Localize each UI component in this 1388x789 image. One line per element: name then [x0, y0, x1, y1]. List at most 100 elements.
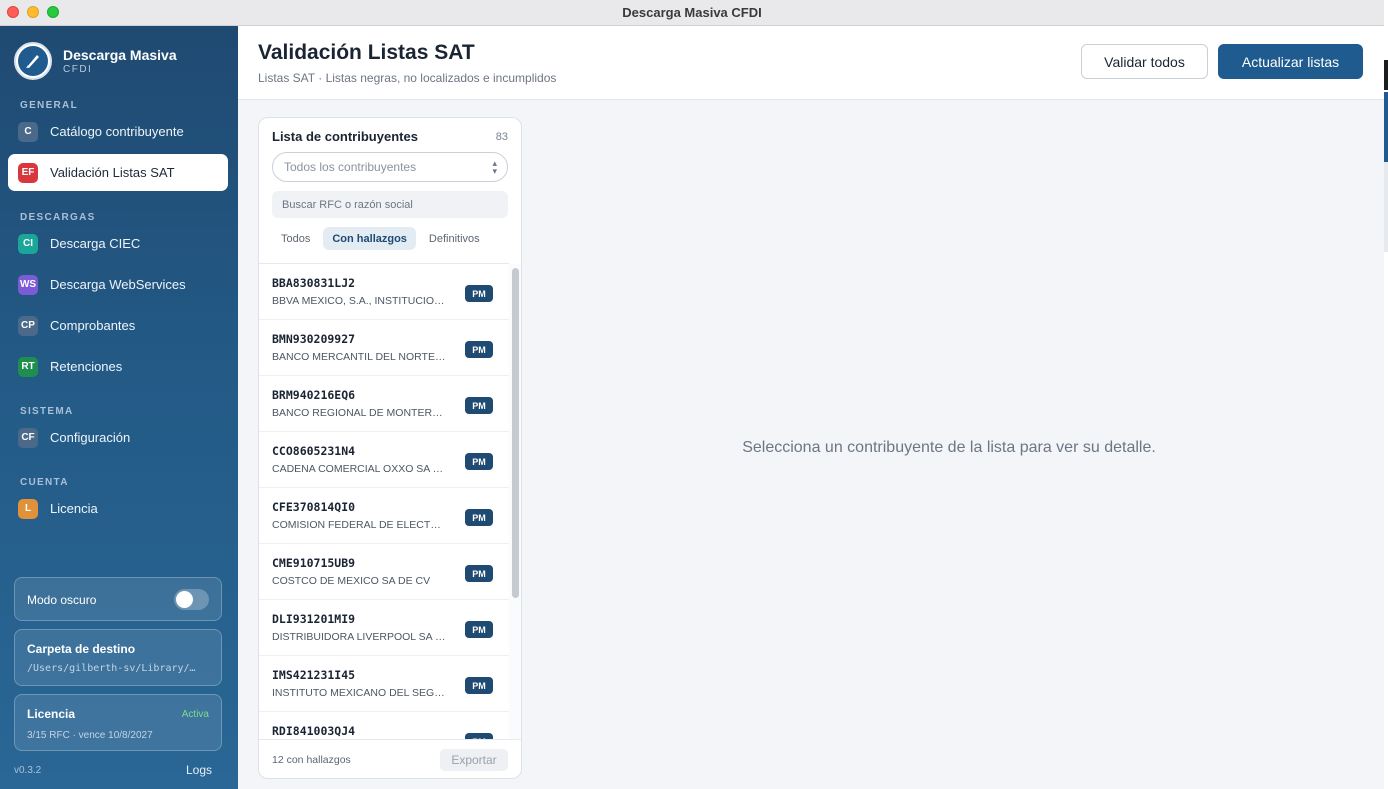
rfc-text: BRM940216EQ6 [272, 388, 356, 402]
rfc-text: BMN930209927 [272, 332, 356, 346]
panel-title: Lista de contribuyentes [272, 129, 418, 144]
empty-detail-message: Selecciona un contribuyente de la lista … [742, 439, 1156, 456]
company-name: BANCO REGIONAL DE MONTERREY S.A. [272, 407, 448, 419]
app-logo-icon [14, 42, 52, 80]
section-label-descargas: DESCARGAS [20, 212, 96, 223]
license-title: Licencia [27, 707, 76, 721]
sidebar-item-label: Retenciones [50, 359, 123, 374]
title-bar: Descarga Masiva CFDI [0, 0, 1384, 26]
section-label-cuenta: CUENTA [20, 477, 69, 488]
person-type-badge: PM [465, 677, 493, 694]
list-item[interactable]: BBA830831LJ2 BBVA MEXICO, S.A., INSTITUC… [259, 264, 509, 320]
destination-folder-card[interactable]: Carpeta de destino /Users/gilberth-sv/Li… [14, 629, 222, 686]
license-status-badge: Activa [181, 709, 209, 720]
update-lists-button[interactable]: Actualizar listas [1218, 44, 1363, 79]
panel-footer: 12 con hallazgos Exportar [259, 739, 521, 778]
taxpayer-list: BBA830831LJ2 BBVA MEXICO, S.A., INSTITUC… [259, 263, 509, 739]
person-type-badge: PM [465, 565, 493, 582]
dark-mode-label: Modo oscuro [27, 593, 97, 607]
company-name: COMISION FEDERAL DE ELECTRICIDAD [272, 519, 448, 531]
company-name: INSTITUTO MEXICANO DEL SEGURO SOCIAL [272, 687, 448, 699]
sidebar-item-catalogo[interactable]: C Catálogo contribuyente [8, 113, 228, 150]
configuracion-badge-icon: CF [18, 427, 38, 448]
taxpayer-list-panel: Lista de contribuyentes 83 Todos los con… [258, 117, 522, 779]
sidebar-item-label: Validación Listas SAT [50, 165, 175, 180]
page-header: Validación Listas SAT Listas SAT · Lista… [238, 26, 1384, 100]
list-item[interactable]: RDI841003QJ4 PM [259, 712, 509, 739]
licencia-badge-icon: L [18, 498, 38, 519]
window-title: Descarga Masiva CFDI [622, 5, 762, 20]
list-item[interactable]: BMN930209927 BANCO MERCANTIL DEL NORTE S… [259, 320, 509, 376]
retenciones-badge-icon: RT [18, 356, 38, 377]
sidebar-item-label: Descarga WebServices [50, 277, 186, 292]
rfc-text: IMS421231I45 [272, 668, 356, 682]
taxpayer-filter-select[interactable]: Todos los contribuyentes ▴ ▾ [272, 152, 508, 182]
sidebar-item-ciec[interactable]: CI Descarga CIEC [8, 225, 228, 262]
rfc-text: CCO8605231N4 [272, 444, 356, 458]
sidebar-item-configuracion[interactable]: CF Configuración [8, 419, 228, 456]
page-subtitle: Listas SAT · Listas negras, no localizad… [258, 71, 557, 85]
sidebar-item-label: Catálogo contribuyente [50, 124, 184, 139]
select-value: Todos los contribuyentes [284, 160, 417, 174]
list-item[interactable]: CME910715UB9 COSTCO DE MEXICO SA DE CV P… [259, 544, 509, 600]
tab-todos[interactable]: Todos [272, 227, 319, 250]
validacion-badge-icon: EF [18, 162, 38, 183]
sidebar-item-label: Comprobantes [50, 318, 136, 333]
sidebar-item-comprobantes[interactable]: CP Comprobantes [8, 307, 228, 344]
company-name: BBVA MEXICO, S.A., INSTITUCION DE BANCA … [272, 295, 448, 307]
findings-count: 12 con hallazgos [272, 754, 351, 766]
section-label-sistema: SISTEMA [20, 406, 74, 417]
rfc-text: CME910715UB9 [272, 556, 356, 570]
list-item[interactable]: BRM940216EQ6 BANCO REGIONAL DE MONTERREY… [259, 376, 509, 432]
comprobantes-badge-icon: CP [18, 315, 38, 336]
page-title: Validación Listas SAT [258, 41, 475, 64]
app-window: Descarga Masiva CFDI Descarga Masiva CFD… [0, 0, 1384, 789]
sidebar: Descarga Masiva CFDI GENERAL C Catálogo … [0, 26, 238, 789]
brand-subtitle: CFDI [63, 64, 93, 75]
search-input[interactable] [272, 191, 508, 218]
license-card[interactable]: Licencia Activa 3/15 RFC · vence 10/8/20… [14, 694, 222, 751]
rfc-text: DLI931201MI9 [272, 612, 356, 626]
sidebar-item-retenciones[interactable]: RT Retenciones [8, 348, 228, 385]
validate-all-button[interactable]: Validar todos [1081, 44, 1208, 79]
filter-tabs: Todos Con hallazgos Definitivos [272, 227, 493, 250]
app-version: v0.3.2 [14, 765, 42, 776]
folder-path: /Users/gilberth-sv/Library/… [27, 663, 196, 674]
export-button[interactable]: Exportar [440, 749, 508, 771]
list-scrollbar-thumb[interactable] [512, 268, 519, 598]
webservices-badge-icon: WS [18, 274, 38, 295]
tab-definitivos[interactable]: Definitivos [420, 227, 489, 250]
company-name: BANCO MERCANTIL DEL NORTE S.A. [272, 351, 448, 363]
rfc-text: CFE370814QI0 [272, 500, 356, 514]
logs-link[interactable]: Logs [186, 763, 212, 777]
list-item[interactable]: DLI931201MI9 DISTRIBUIDORA LIVERPOOL SA … [259, 600, 509, 656]
person-type-badge: PM [465, 621, 493, 638]
sidebar-item-licencia[interactable]: L Licencia [8, 490, 228, 527]
person-type-badge: PM [465, 397, 493, 414]
sidebar-item-validacion[interactable]: EF Validación Listas SAT [8, 154, 228, 191]
list-item[interactable]: IMS421231I45 INSTITUTO MEXICANO DEL SEGU… [259, 656, 509, 712]
ciec-badge-icon: CI [18, 233, 38, 254]
person-type-badge: PM [465, 509, 493, 526]
section-label-general: GENERAL [20, 100, 78, 111]
dark-mode-card: Modo oscuro [14, 577, 222, 621]
license-detail: 3/15 RFC · vence 10/8/2027 [27, 730, 153, 741]
catalogo-badge-icon: C [18, 121, 38, 142]
person-type-badge: PM [465, 341, 493, 358]
brand-title: Descarga Masiva [63, 47, 177, 63]
chevron-up-down-icon: ▴ ▾ [492, 158, 497, 176]
list-item[interactable]: CFE370814QI0 COMISION FEDERAL DE ELECTRI… [259, 488, 509, 544]
sidebar-item-label: Licencia [50, 501, 98, 516]
rfc-text: BBA830831LJ2 [272, 276, 356, 290]
person-type-badge: PM [465, 453, 493, 470]
dark-mode-toggle[interactable] [174, 589, 209, 610]
sidebar-item-webservices[interactable]: WS Descarga WebServices [8, 266, 228, 303]
tab-con-hallazgos[interactable]: Con hallazgos [323, 227, 416, 250]
toggle-knob [176, 591, 193, 608]
company-name: COSTCO DE MEXICO SA DE CV [272, 575, 431, 587]
brand: Descarga Masiva CFDI [14, 42, 177, 80]
list-item[interactable]: CCO8605231N4 CADENA COMERCIAL OXXO SA DE… [259, 432, 509, 488]
person-type-badge: PM [465, 285, 493, 302]
taxpayer-count: 83 [495, 131, 508, 143]
company-name: DISTRIBUIDORA LIVERPOOL SA DE CV [272, 631, 448, 643]
